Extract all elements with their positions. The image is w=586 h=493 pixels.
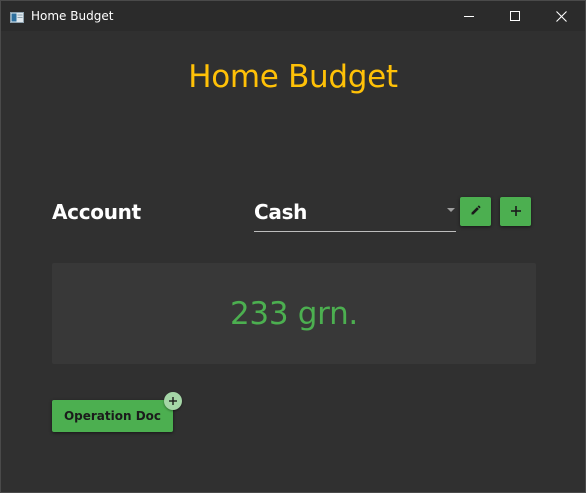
plus-icon [169,392,177,410]
dropdown-arrow-icon [447,208,455,212]
maximize-icon [510,11,520,21]
account-select[interactable]: Cash [254,194,456,232]
maximize-button[interactable] [492,1,538,31]
pencil-icon [470,203,482,221]
app-window-icon [10,10,24,23]
plus-icon [510,203,521,221]
add-operation-badge[interactable] [164,392,182,410]
minimize-button[interactable] [446,1,492,31]
close-button[interactable] [538,1,584,31]
balance-value: 233 grn. [229,296,358,332]
page-title: Home Budget [188,59,398,95]
account-label: Account [52,200,141,224]
edit-account-button[interactable] [460,197,491,226]
title-bar[interactable]: Home Budget [1,1,585,31]
window-title: Home Budget [31,9,114,23]
operation-doc-button[interactable]: Operation Doc [52,400,173,432]
add-account-button[interactable] [500,197,531,226]
account-select-value: Cash [254,200,308,224]
close-icon [555,10,567,22]
app-window: Home Budget Home Budget Account Cash 233… [0,0,586,493]
minimize-icon [464,11,474,21]
balance-panel: 233 grn. [52,263,536,364]
